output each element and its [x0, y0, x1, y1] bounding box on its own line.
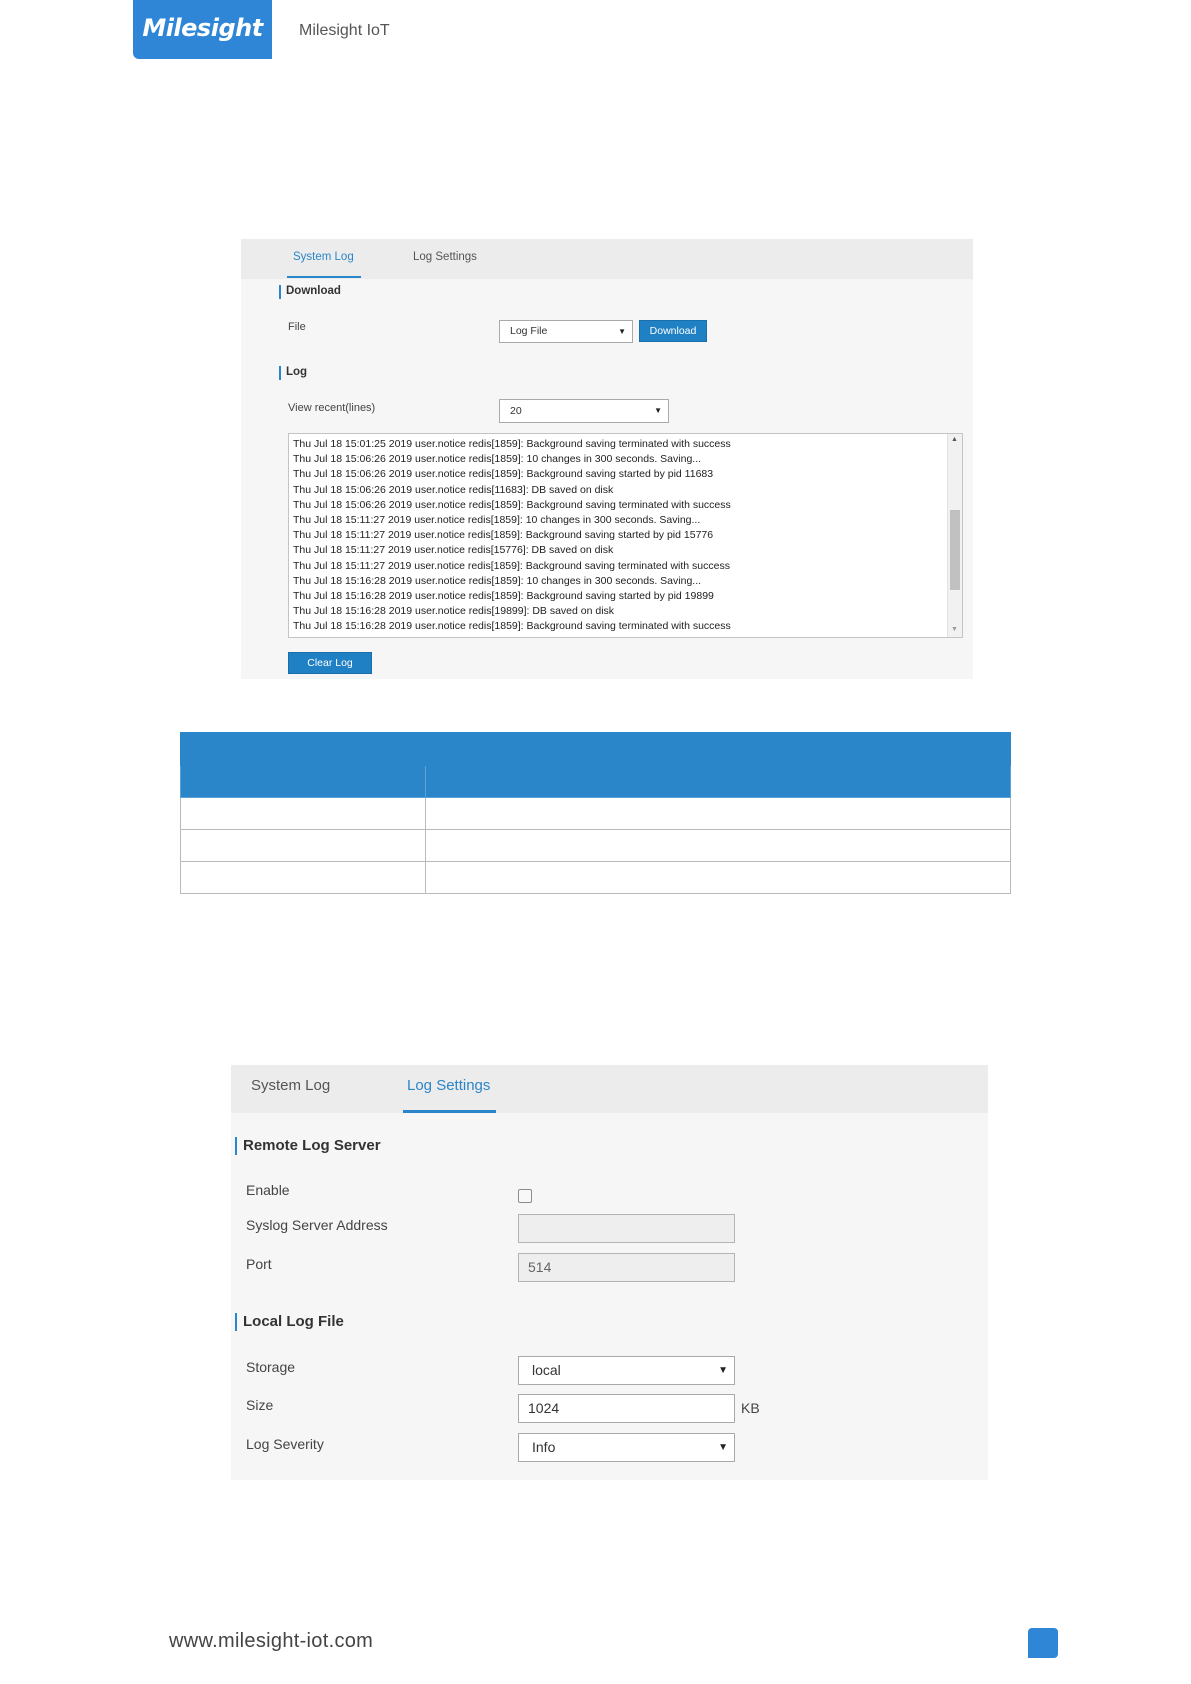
page-corner-mark: [1028, 1628, 1058, 1658]
table-cell: [425, 861, 1011, 894]
table-row: [180, 829, 1011, 862]
section-marker: [235, 1313, 237, 1331]
parameters-table: [180, 732, 1011, 894]
size-input[interactable]: 1024: [518, 1394, 735, 1423]
log-line: Thu Jul 18 15:16:28 2019 user.notice red…: [293, 605, 615, 618]
chevron-down-icon: ▼: [718, 1442, 728, 1453]
log-scrollbar[interactable]: ▲ ▼: [947, 434, 962, 637]
log-line: Thu Jul 18 15:16:28 2019 user.notice red…: [293, 590, 714, 603]
size-unit: KB: [741, 1400, 760, 1416]
file-label: File: [288, 321, 306, 333]
tab-log-settings[interactable]: Log Settings: [407, 1077, 490, 1094]
table-header-cell: [180, 765, 426, 798]
scrollbar-thumb[interactable]: [950, 510, 960, 590]
chevron-down-icon: ▼: [618, 327, 626, 336]
section-marker: [235, 1137, 237, 1155]
view-recent-label: View recent(lines): [288, 402, 376, 414]
table-header-cell: [180, 732, 1011, 766]
log-line: Thu Jul 18 15:16:28 2019 user.notice red…: [293, 620, 731, 633]
brand-logo: Milesight: [133, 0, 272, 59]
log-line: Thu Jul 18 15:11:27 2019 user.notice red…: [293, 559, 730, 572]
log-line: Thu Jul 18 15:06:26 2019 user.notice red…: [293, 498, 731, 511]
log-line: Thu Jul 18 15:16:28 2019 user.notice red…: [293, 574, 702, 587]
file-select-value: Log File: [510, 325, 548, 337]
table-cell: [180, 797, 426, 830]
enable-label: Enable: [246, 1182, 290, 1198]
log-severity-select[interactable]: Info ▼: [518, 1433, 735, 1462]
log-severity-label: Log Severity: [246, 1436, 324, 1452]
log-output[interactable]: Thu Jul 18 15:01:25 2019 user.notice red…: [288, 433, 963, 638]
table-cell: [180, 861, 426, 894]
syslog-server-address-input[interactable]: [518, 1214, 735, 1243]
port-input[interactable]: 514: [518, 1253, 735, 1282]
size-label: Size: [246, 1397, 274, 1413]
section-title-download: Download: [286, 285, 341, 297]
download-button[interactable]: Download: [639, 320, 707, 342]
storage-label: Storage: [246, 1359, 296, 1375]
tab-log-settings[interactable]: Log Settings: [413, 251, 477, 263]
storage-select[interactable]: local ▼: [518, 1356, 735, 1385]
enable-checkbox[interactable]: [518, 1189, 532, 1203]
table-row: [180, 797, 1011, 830]
clear-log-button[interactable]: Clear Log: [288, 652, 372, 674]
company-name: Milesight IoT: [299, 22, 390, 39]
log-line: Thu Jul 18 15:06:26 2019 user.notice red…: [293, 468, 714, 481]
chevron-down-icon: ▼: [718, 1365, 728, 1376]
section-marker: [279, 366, 281, 380]
table-cell: [180, 829, 426, 862]
logo-text: Milesight: [142, 14, 263, 42]
port-label: Port: [246, 1256, 272, 1272]
syslog-server-address-label: Syslog Server Address: [246, 1217, 388, 1233]
log-lines: Thu Jul 18 15:01:25 2019 user.notice red…: [293, 437, 731, 635]
view-recent-select[interactable]: 20 ▼: [499, 399, 669, 423]
view-recent-value: 20: [510, 405, 522, 417]
log-line: Thu Jul 18 15:11:27 2019 user.notice red…: [293, 529, 714, 542]
table-row: [180, 861, 1011, 894]
tab-system-log[interactable]: System Log: [293, 251, 354, 263]
table-header-cell: [425, 765, 1011, 798]
table-cell: [425, 829, 1011, 862]
table-header-row: [180, 732, 1011, 766]
section-marker: [279, 285, 281, 299]
tab-system-log[interactable]: System Log: [251, 1077, 330, 1094]
table-cell: [425, 797, 1011, 830]
active-tab-indicator: [403, 1110, 496, 1113]
log-line: Thu Jul 18 15:06:26 2019 user.notice red…: [293, 453, 702, 466]
scroll-up-icon[interactable]: ▲: [951, 436, 958, 443]
log-settings-panel: System Log Log Settings Remote Log Serve…: [231, 1065, 988, 1480]
section-title-remote-log-server: Remote Log Server: [243, 1137, 381, 1154]
log-line: Thu Jul 18 15:11:27 2019 user.notice red…: [293, 544, 614, 557]
active-tab-indicator: [287, 276, 361, 278]
log-line: Thu Jul 18 15:01:25 2019 user.notice red…: [293, 438, 731, 450]
scroll-down-icon[interactable]: ▼: [951, 626, 958, 633]
chevron-down-icon: ▼: [654, 406, 662, 415]
storage-select-value: local: [532, 1362, 561, 1378]
log-line: Thu Jul 18 15:11:27 2019 user.notice red…: [293, 514, 701, 527]
section-title-log: Log: [286, 366, 308, 378]
footer-url: www.milesight-iot.com: [169, 1630, 374, 1652]
file-select[interactable]: Log File ▼: [499, 320, 633, 343]
tab-bar: [231, 1065, 988, 1113]
table-subheader-row: [180, 765, 1011, 798]
log-line: Thu Jul 18 15:06:26 2019 user.notice red…: [293, 483, 614, 496]
section-title-local-log-file: Local Log File: [243, 1313, 344, 1330]
log-severity-value: Info: [532, 1439, 556, 1455]
